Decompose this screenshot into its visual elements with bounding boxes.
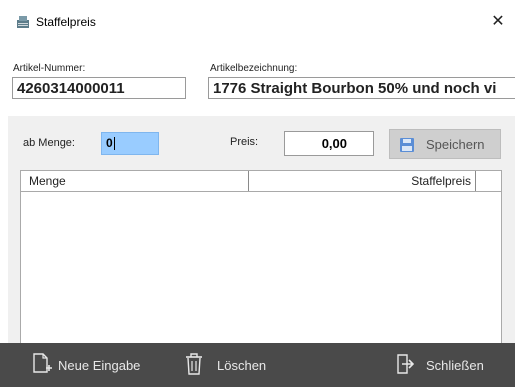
- delete-label: Löschen: [217, 358, 267, 373]
- save-icon: [400, 138, 414, 152]
- footer-toolbar: Neue Eingabe Löschen Schließen: [0, 343, 515, 387]
- close-button[interactable]: Schließen: [396, 343, 496, 387]
- delete-button[interactable]: Löschen: [185, 343, 275, 387]
- close-icon[interactable]: ✕: [486, 10, 510, 34]
- app-icon: [17, 16, 29, 28]
- article-header: Artikel-Nummer: 4260314000011 Artikelbez…: [0, 46, 515, 116]
- close-label: Schließen: [426, 358, 484, 373]
- artikel-nummer-field[interactable]: 4260314000011: [12, 77, 186, 99]
- menge-value: 0: [106, 136, 113, 150]
- preis-input[interactable]: 0,00: [284, 131, 374, 156]
- menge-input[interactable]: 0: [101, 132, 159, 155]
- artikelbezeichnung-field[interactable]: 1776 Straight Bourbon 50% und noch vi: [208, 77, 515, 99]
- exit-icon: [397, 354, 414, 374]
- preis-label: Preis:: [230, 136, 259, 148]
- menge-label: ab Menge:: [23, 137, 75, 149]
- new-entry-icon: [33, 353, 52, 373]
- text-caret: [113, 137, 115, 151]
- column-header-staffelpreis[interactable]: Staffelpreis: [249, 171, 476, 191]
- save-button[interactable]: Speichern: [389, 129, 501, 159]
- trash-icon: [186, 353, 202, 375]
- artikel-nummer-label: Artikel-Nummer:: [13, 63, 86, 74]
- save-button-label: Speichern: [426, 137, 485, 152]
- title-bar: Staffelpreis ✕: [0, 0, 515, 46]
- entry-panel: ab Menge: 0 Preis: 0,00 Speichern Menge …: [8, 116, 515, 362]
- staffelpreis-table[interactable]: Menge Staffelpreis: [20, 170, 502, 344]
- artikelbezeichnung-label: Artikelbezeichnung:: [210, 63, 298, 74]
- table-header: Menge Staffelpreis: [21, 171, 501, 192]
- window-title: Staffelpreis: [36, 15, 96, 29]
- new-entry-button[interactable]: Neue Eingabe: [32, 343, 162, 387]
- new-entry-label: Neue Eingabe: [58, 358, 141, 373]
- column-header-menge[interactable]: Menge: [21, 171, 249, 191]
